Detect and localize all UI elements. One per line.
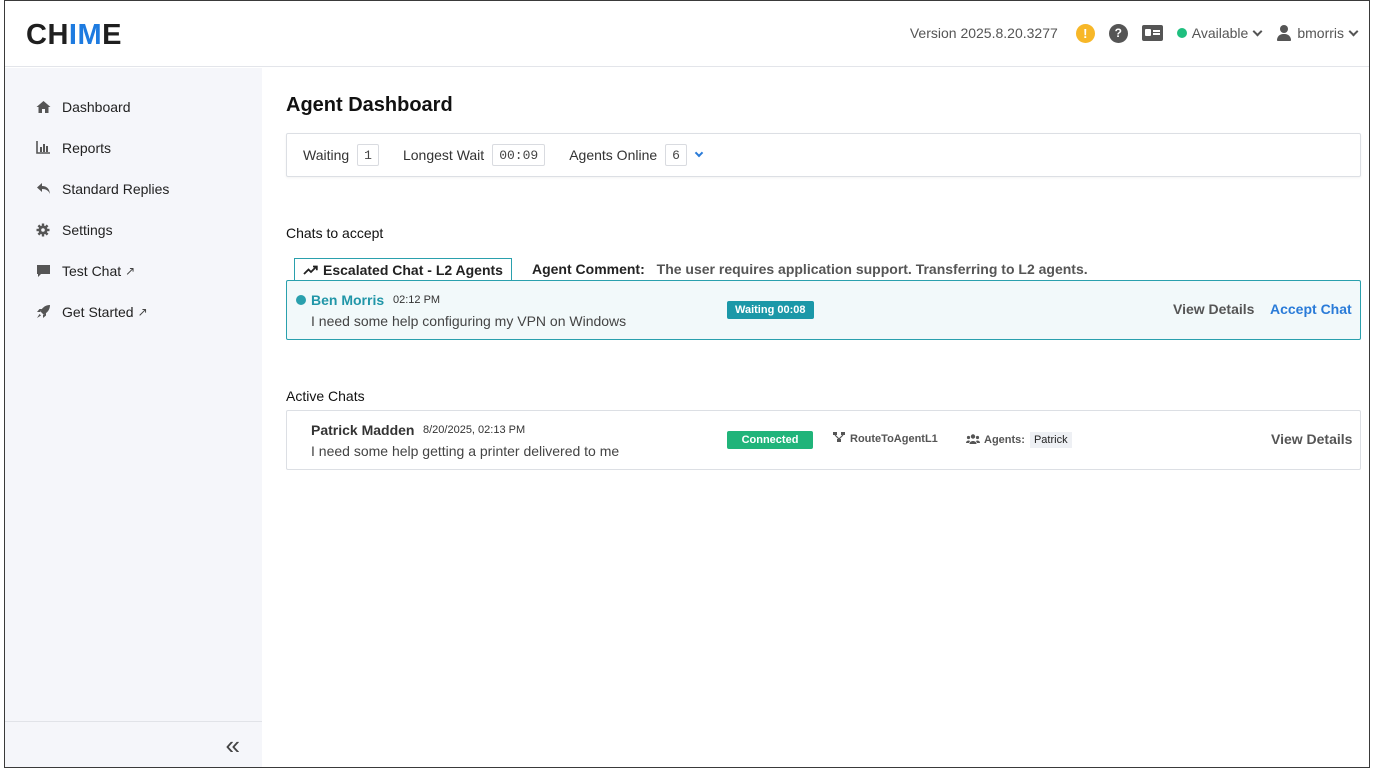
status-dropdown[interactable]: Available	[1176, 25, 1263, 41]
active-chats-heading: Active Chats	[286, 388, 365, 404]
waiting-label: Waiting	[303, 147, 350, 163]
sidebar: Dashboard Reports Standard Replies Setti…	[5, 68, 262, 767]
sidebar-item-label: Dashboard	[62, 98, 131, 115]
collapse-sidebar-button[interactable]: «	[226, 732, 240, 758]
sidebar-item-test-chat[interactable]: Test Chat ↗	[5, 250, 262, 291]
version-label: Version 2025.8.20.3277	[909, 25, 1058, 41]
logo-text-start: CH	[26, 19, 69, 51]
agents-online-stat[interactable]: Agents Online 6	[569, 144, 704, 166]
sidebar-item-label: Standard Replies	[62, 180, 170, 197]
longest-wait-value: 00:09	[492, 144, 546, 166]
status-dot-icon	[1176, 28, 1187, 38]
warning-icon[interactable]: !	[1075, 23, 1095, 43]
sidebar-item-settings[interactable]: Settings	[5, 209, 262, 250]
main-content: Agent Dashboard Waiting 1 Longest Wait 0…	[286, 68, 1361, 470]
route-icon	[833, 432, 845, 445]
help-icon[interactable]: ?	[1108, 23, 1128, 43]
sidebar-item-standard-replies[interactable]: Standard Replies	[5, 168, 262, 209]
agent-comment-text: The user requires application support. T…	[656, 261, 1088, 277]
comment-icon	[35, 263, 51, 279]
sidebar-item-label: Get Started	[62, 303, 134, 320]
sidebar-item-get-started[interactable]: Get Started ↗	[5, 291, 262, 332]
longest-wait-stat: Longest Wait 00:09	[402, 144, 546, 166]
queue-tag-row: Escalated Chat - L2 Agents Agent Comment…	[286, 258, 1361, 281]
chat-time: 02:12 PM	[393, 294, 441, 306]
page-title: Agent Dashboard	[286, 94, 453, 116]
view-details-button[interactable]: View Details	[1173, 301, 1254, 317]
bar-chart-icon	[35, 140, 51, 156]
users-icon	[966, 433, 980, 447]
id-card-icon[interactable]	[1141, 25, 1163, 41]
chevron-down-icon[interactable]	[694, 148, 704, 158]
agents-online-label: Agents Online	[569, 147, 658, 163]
chime-logo[interactable]: CHIME	[26, 20, 122, 50]
sidebar-footer: «	[5, 721, 262, 767]
queue-stats-bar: Waiting 1 Longest Wait 00:09 Agents Onli…	[286, 133, 1361, 177]
user-icon	[1277, 25, 1292, 41]
external-link-icon: ↗	[125, 263, 136, 278]
chat-message: I need some help getting a printer deliv…	[311, 443, 620, 459]
longest-wait-label: Longest Wait	[402, 147, 485, 163]
agent-comment: Agent Comment: The user requires applica…	[532, 261, 1088, 280]
chats-to-accept-heading: Chats to accept	[286, 225, 384, 241]
chat-message: I need some help configuring my VPN on W…	[311, 313, 627, 329]
pending-chat-card[interactable]: Ben Morris 02:12 PM I need some help con…	[286, 280, 1361, 340]
status-label: Available	[1191, 25, 1249, 41]
header-controls: Version 2025.8.20.3277 ! ? Available bmo…	[909, 21, 1359, 45]
active-chat-card[interactable]: Patrick Madden 8/20/2025, 02:13 PM I nee…	[286, 410, 1361, 470]
agent-chip: Patrick	[1029, 432, 1072, 448]
chevron-down-icon	[1252, 26, 1263, 36]
sidebar-item-label: Test Chat	[62, 262, 122, 279]
sidebar-item-reports[interactable]: Reports	[5, 127, 262, 168]
waiting-stat: Waiting 1	[303, 144, 379, 166]
username-label: bmorris	[1297, 25, 1344, 41]
sidebar-item-dashboard[interactable]: Dashboard	[5, 86, 262, 127]
queue-tag-label: Escalated Chat - L2 Agents	[323, 262, 503, 278]
top-bar: CHIME Version 2025.8.20.3277 ! ? Availab…	[5, 1, 1369, 67]
chat-time: 8/20/2025, 02:13 PM	[423, 424, 526, 436]
view-details-button[interactable]: View Details	[1271, 431, 1352, 447]
waiting-count: 1	[357, 144, 379, 166]
sidebar-item-label: Settings	[62, 221, 113, 238]
agents-online-count: 6	[665, 144, 687, 166]
external-link-icon: ↗	[137, 304, 148, 319]
home-icon	[35, 99, 51, 115]
status-badge: Waiting 00:08	[727, 301, 814, 319]
app-window: CHIME Version 2025.8.20.3277 ! ? Availab…	[4, 0, 1370, 768]
agent-comment-label: Agent Comment:	[531, 261, 645, 277]
route-label: RouteToAgentL1	[850, 432, 938, 445]
logo-text-end: E	[102, 19, 122, 51]
agents-label: Agents:	[984, 434, 1025, 446]
chevron-down-icon	[1348, 26, 1359, 36]
customer-name: Ben Morris	[311, 292, 385, 308]
sidebar-item-label: Reports	[62, 139, 112, 156]
logo-text-accent: IM	[68, 19, 103, 51]
online-dot-icon	[296, 295, 306, 305]
reply-icon	[35, 181, 51, 197]
user-menu[interactable]: bmorris	[1277, 25, 1359, 41]
route-info: RouteToAgentL1	[833, 432, 938, 445]
sidebar-nav: Dashboard Reports Standard Replies Setti…	[5, 68, 262, 332]
status-badge: Connected	[727, 431, 813, 449]
rocket-icon	[35, 304, 51, 320]
agents-info: Agents: Patrick	[966, 432, 1072, 448]
queue-tag: Escalated Chat - L2 Agents	[294, 258, 512, 281]
trending-up-icon	[303, 263, 318, 278]
accept-chat-button[interactable]: Accept Chat	[1270, 301, 1352, 317]
gear-icon	[35, 222, 51, 238]
customer-name: Patrick Madden	[311, 422, 415, 438]
